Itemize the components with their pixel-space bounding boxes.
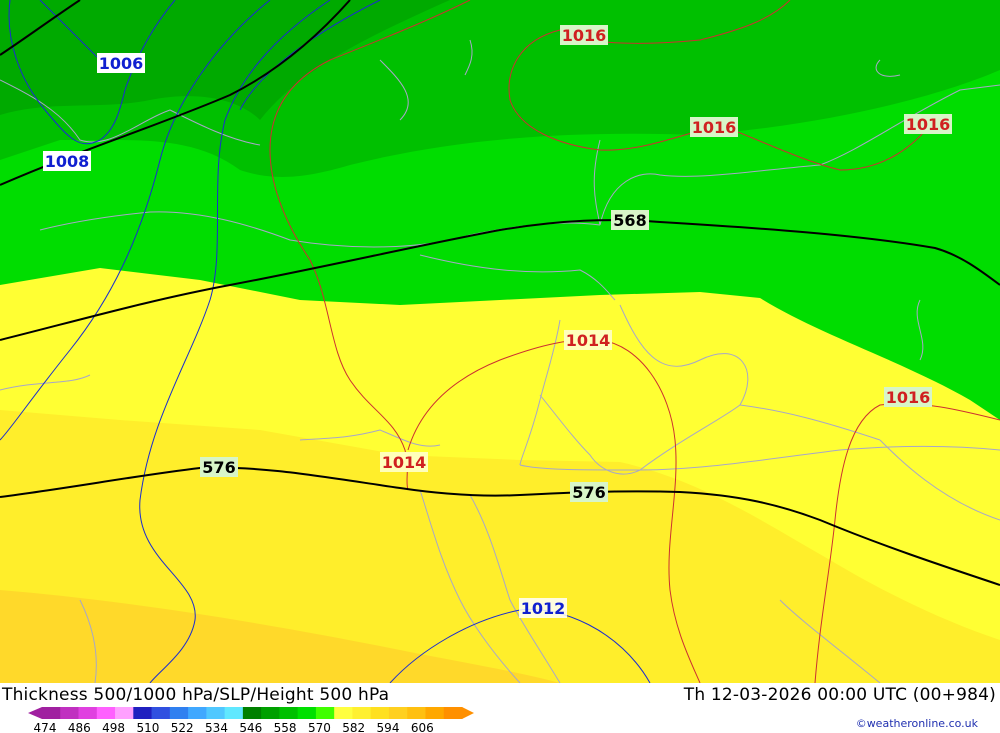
legend-tick-label: 486 — [68, 721, 91, 733]
legend-swatch — [115, 707, 134, 719]
legend-swatch — [169, 707, 189, 719]
legend-swatch — [78, 707, 98, 719]
legend-swatch — [261, 707, 280, 719]
pressure-label-text: 1014 — [566, 331, 611, 350]
pressure-label-1006: 1006 — [97, 53, 145, 73]
legend-swatch — [297, 707, 317, 719]
map-title: Thickness 500/1000 hPa/SLP/Height 500 hP… — [2, 685, 390, 705]
pressure-label-text: 1016 — [886, 388, 931, 407]
legend-tick-label: 582 — [342, 721, 365, 733]
legend-swatch — [133, 707, 153, 719]
pressure-label-text: 1012 — [521, 599, 566, 618]
legend-swatch — [42, 707, 61, 719]
legend-swatch — [279, 707, 299, 719]
pressure-label-1016-top: 1016 — [560, 25, 608, 45]
legend-tick-label: 558 — [274, 721, 297, 733]
pressure-label-text: 1006 — [99, 54, 144, 73]
pressure-label-1016-right: 1016 — [904, 114, 952, 134]
pressure-label-text: 1016 — [906, 115, 951, 134]
legend-swatch — [425, 707, 445, 719]
height-label-568: 568 — [611, 210, 649, 230]
legend-tick-label: 534 — [205, 721, 228, 733]
credit-link[interactable]: ©weatheronline.co.uk — [856, 717, 978, 730]
legend-swatch — [407, 707, 426, 719]
pressure-label-text: 1016 — [692, 118, 737, 137]
legend-swatch — [96, 707, 116, 719]
legend-swatch — [242, 707, 262, 719]
pressure-label-1014-south: 1014 — [380, 452, 428, 472]
pressure-label-text: 1014 — [382, 453, 427, 472]
pressure-label-1012: 1012 — [519, 598, 567, 618]
pressure-label-1014-north: 1014 — [564, 330, 612, 350]
legend-swatch — [352, 707, 372, 719]
legend-tick-label: 522 — [171, 721, 194, 733]
legend-swatch — [206, 707, 226, 719]
legend-swatch — [370, 707, 390, 719]
legend-swatches — [28, 707, 474, 719]
legend-swatch — [224, 707, 244, 719]
legend-tick-label: 546 — [239, 721, 262, 733]
legend-tick-label: 498 — [102, 721, 125, 733]
legend-swatch — [443, 707, 463, 719]
legend-swatch — [151, 707, 171, 719]
legend-tick-label: 594 — [377, 721, 400, 733]
pressure-label-1008: 1008 — [43, 151, 91, 171]
legend-tick-label: 570 — [308, 721, 331, 733]
height-label-576-east: 576 — [570, 482, 608, 502]
legend-swatch — [334, 707, 353, 719]
pressure-label-1016-mid: 1016 — [690, 117, 738, 137]
pressure-label-text: 1008 — [45, 152, 90, 171]
legend-arrow-left — [28, 707, 42, 719]
legend-swatch — [60, 707, 80, 719]
height-label-576-west: 576 — [200, 457, 238, 477]
legend-tick-label: 474 — [34, 721, 57, 733]
height-label-text: 576 — [202, 458, 235, 477]
legend-ticks: 474 486 498 510 522 534 546 558 570 582 594 606 — [34, 721, 434, 733]
height-label-text: 568 — [613, 211, 646, 230]
map-datetime: Th 12-03-2026 00:00 UTC (00+984) — [683, 685, 996, 705]
weather-map: 1006 1008 1012 1014 1014 1016 1016 1016 … — [0, 0, 1000, 683]
legend-tick-label: 606 — [411, 721, 434, 733]
pressure-label-text: 1016 — [562, 26, 607, 45]
legend-swatch — [188, 707, 207, 719]
color-legend: 474 486 498 510 522 534 546 558 570 582 594 606 — [28, 707, 474, 733]
height-label-text: 576 — [572, 483, 605, 502]
legend-tick-label: 510 — [136, 721, 159, 733]
legend-swatch — [388, 707, 408, 719]
legend-swatch — [315, 707, 335, 719]
pressure-label-1016-east: 1016 — [884, 387, 932, 407]
legend-arrow-right — [462, 707, 474, 719]
